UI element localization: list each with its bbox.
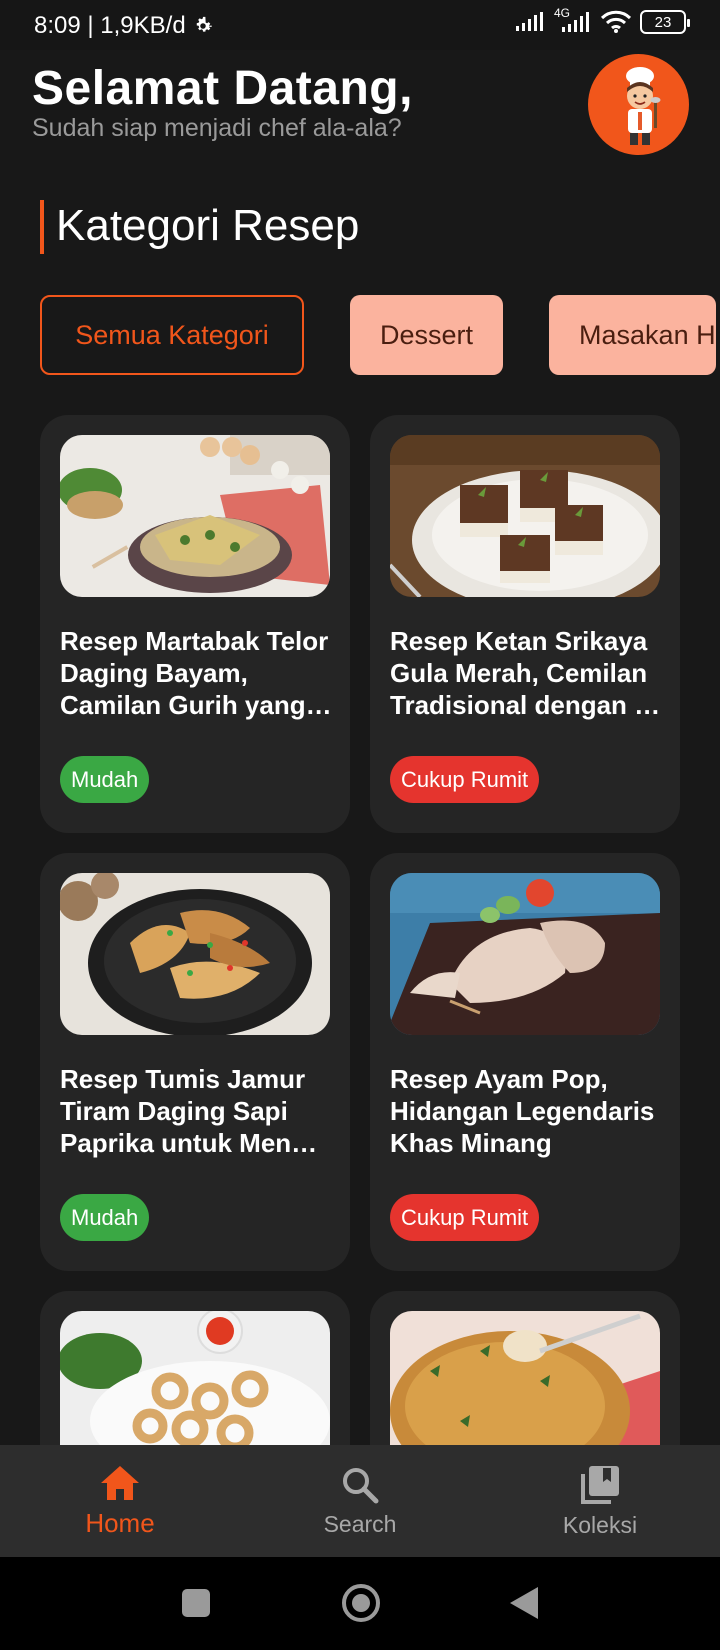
header: Selamat Datang, Sudah siap menjadi chef …: [32, 60, 592, 143]
settings-gear-icon: [196, 16, 212, 32]
recipe-image: [60, 435, 330, 597]
category-chips: Semua Kategori Dessert Masakan H: [40, 295, 716, 375]
recipe-card[interactable]: Resep Ketan Srikaya Gula Merah, Cemilan …: [370, 415, 680, 833]
recipe-image: [390, 873, 660, 1035]
recipe-card[interactable]: Resep Martabak Telor Daging Bayam, Camil…: [40, 415, 350, 833]
nav-home-label: Home: [85, 1507, 155, 1538]
chip-masakan[interactable]: Masakan H: [549, 295, 716, 375]
difficulty-badge: Cukup Rumit: [390, 756, 540, 803]
chip-label: Semua Kategori: [75, 319, 269, 350]
recipe-title: Resep Ayam Pop, Hidangan Legendaris Khas…: [390, 1063, 662, 1159]
recipe-title-text: Resep Martabak Telor Daging Bayam, Camil…: [60, 626, 332, 720]
battery-icon: 23: [640, 10, 690, 34]
home-icon: [101, 1465, 139, 1500]
difficulty-badge: Mudah: [60, 1194, 150, 1241]
status-left: 8:09 | 1,9KB/d: [34, 12, 214, 40]
search-icon: [343, 1467, 379, 1503]
recents-square-icon[interactable]: [182, 1589, 210, 1617]
chip-semua-kategori[interactable]: Semua Kategori: [40, 295, 304, 375]
chef-avatar[interactable]: [588, 54, 689, 155]
nav-search[interactable]: Search: [240, 1445, 480, 1557]
recipe-title: Resep Ketan Srikaya Gula Merah, Cemilan …: [390, 625, 662, 721]
greeting-title: Selamat Datang,: [32, 62, 413, 115]
bottom-navigation: Home Search Koleksi: [0, 1445, 720, 1557]
recipe-title: Resep Martabak Telor Daging Bayam, Camil…: [60, 625, 332, 721]
recipe-title: Resep Tumis Jamur Tiram Daging Sapi Papr…: [60, 1063, 332, 1159]
recipe-image: [60, 873, 330, 1035]
signal-icon: [516, 12, 543, 31]
back-triangle-icon[interactable]: [508, 1585, 540, 1621]
system-navigation-bar: [0, 1557, 720, 1650]
recipe-title-text: Resep Ayam Pop, Hidangan Legendaris Khas…: [390, 1064, 655, 1158]
home-circle-icon[interactable]: [342, 1584, 380, 1622]
status-right: 4G 23: [514, 6, 690, 34]
section-title: Kategori Resep: [40, 200, 359, 254]
difficulty-badge: Cukup Rumit: [390, 1194, 540, 1241]
chip-label: Masakan H: [579, 319, 716, 350]
status-bar: 8:09 | 1,9KB/d 4G 23: [0, 0, 720, 50]
nav-koleksi-label: Koleksi: [562, 1511, 638, 1538]
status-time: 8:09 | 1,9KB/d: [34, 12, 186, 39]
chef-illustration-icon: [626, 67, 661, 145]
recipe-image: [390, 435, 660, 597]
wifi-icon: [600, 10, 632, 33]
nav-home[interactable]: Home: [0, 1445, 240, 1557]
battery-level: 23: [654, 13, 672, 31]
recipe-card[interactable]: Resep Ayam Pop, Hidangan Legendaris Khas…: [370, 853, 680, 1271]
difficulty-badge: Mudah: [60, 756, 150, 803]
signal-4g-icon: 4G: [554, 6, 592, 34]
recipe-title-text: Resep Ketan Srikaya Gula Merah, Cemilan …: [390, 626, 661, 720]
chip-dessert[interactable]: Dessert: [350, 295, 504, 375]
chip-label: Dessert: [380, 319, 474, 350]
greeting-subtitle: Sudah siap menjadi chef ala-ala?: [32, 114, 402, 142]
nav-koleksi[interactable]: Koleksi: [480, 1445, 720, 1557]
recipe-title-text: Resep Tumis Jamur Tiram Daging Sapi Papr…: [60, 1064, 318, 1158]
recipe-card[interactable]: Resep Tumis Jamur Tiram Daging Sapi Papr…: [40, 853, 350, 1271]
nav-search-label: Search: [323, 1510, 397, 1537]
collection-library-icon: [581, 1465, 619, 1504]
